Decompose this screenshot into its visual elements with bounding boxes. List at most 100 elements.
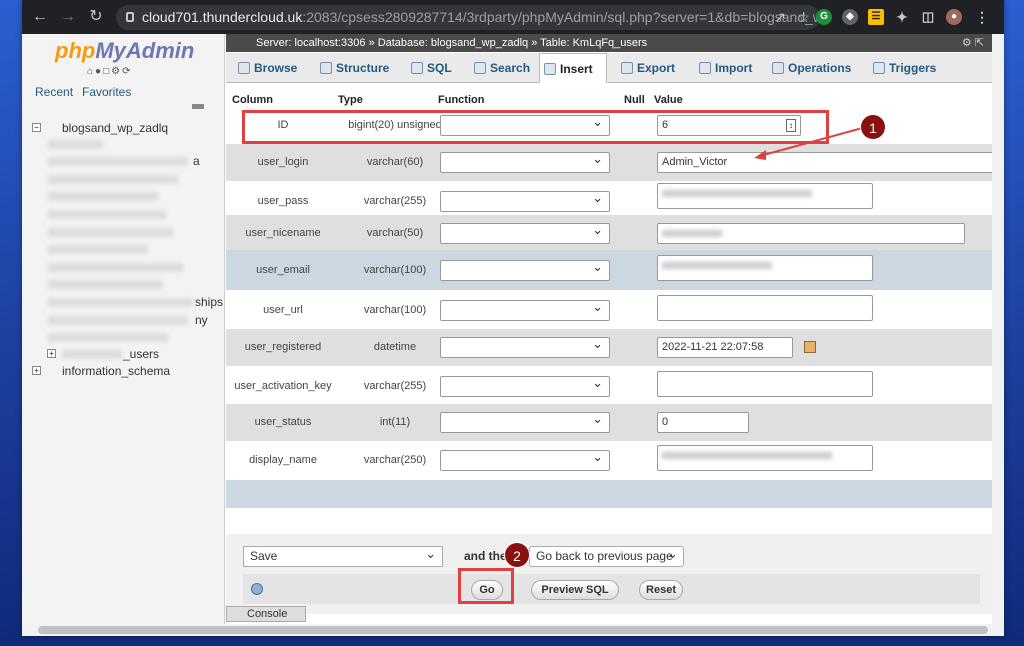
table-item-blurred[interactable] (48, 298, 193, 307)
value-input-user-email[interactable] (657, 255, 873, 281)
collapse-db-icon[interactable]: − (32, 123, 41, 132)
tab-label: Operations (788, 61, 852, 75)
tab-search[interactable]: Search (470, 53, 536, 83)
forward-icon[interactable]: → (58, 7, 78, 27)
calendar-icon[interactable] (804, 341, 816, 353)
search-icon (474, 62, 486, 74)
table-item-blurred[interactable] (48, 316, 188, 325)
function-select[interactable] (440, 151, 610, 173)
header-column: Column (232, 94, 273, 106)
operations-icon (772, 62, 784, 74)
bookmark-star-icon[interactable]: ☆ (797, 5, 810, 30)
table-item-blurred[interactable] (48, 157, 188, 166)
tab-export[interactable]: Export (617, 53, 687, 83)
browser-menu-icon[interactable]: ⋮ (974, 9, 990, 25)
tab-label: Search (490, 61, 531, 75)
annotation-badge-2: 2 (504, 542, 530, 568)
tab-label: Import (715, 61, 753, 75)
value-input-user-registered[interactable]: 2022-11-21 22:07:58 (657, 337, 793, 358)
function-select[interactable] (440, 190, 610, 212)
tab-insert[interactable]: Insert (539, 53, 607, 83)
extension-grammarly-icon[interactable]: G (816, 9, 832, 25)
tab-label: Triggers (889, 61, 937, 75)
table-item-blurred[interactable] (48, 280, 163, 289)
extension-shield-icon[interactable]: ◈ (842, 9, 858, 25)
extension-notes-icon[interactable]: ☰ (868, 9, 884, 25)
tab-import[interactable]: Import (695, 53, 763, 83)
table-item-partial[interactable]: ships (195, 295, 223, 309)
header-value: Value (654, 94, 683, 106)
table-item-blurred[interactable] (48, 333, 168, 342)
help-icon[interactable] (251, 583, 263, 595)
function-select[interactable] (440, 375, 610, 397)
tab-structure[interactable]: Structure (316, 53, 396, 83)
share-icon[interactable]: ↗ (774, 5, 786, 30)
expand-table-icon[interactable]: + (47, 349, 56, 358)
table-item-users[interactable]: _users (123, 347, 159, 361)
function-select[interactable] (440, 411, 610, 433)
breadcrumb-table[interactable]: Table: KmLqFq_users (540, 37, 647, 49)
table-item-blurred[interactable] (48, 192, 158, 201)
insert-actions: Save and then Go back to previous page G… (226, 534, 992, 614)
reset-button[interactable]: Reset (639, 580, 683, 600)
table-item-blurred[interactable] (48, 245, 148, 254)
table-item-blurred[interactable] (48, 228, 173, 237)
table-item-partial[interactable]: ny (195, 313, 208, 327)
annotation-badge-1: 1 (860, 114, 886, 140)
console-toggle[interactable]: Console (226, 606, 306, 622)
save-select[interactable]: Save (243, 544, 443, 567)
value-input-user-url[interactable] (657, 295, 873, 321)
phpmyadmin-logo[interactable]: phpMyAdmin (55, 38, 194, 64)
row-column-name: display_name (249, 454, 317, 466)
function-select[interactable] (440, 336, 610, 358)
value-input-user-pass[interactable] (657, 183, 873, 209)
settings-gear-icon[interactable]: ⚙ ⇱ (962, 34, 984, 52)
table-item-blurred[interactable] (48, 263, 183, 272)
header-function: Function (438, 94, 485, 106)
address-bar[interactable]: cloud701.thundercloud.uk:2083/cpsess2809… (116, 5, 820, 30)
link-chain-icon[interactable] (192, 104, 204, 109)
tab-label: Export (637, 61, 676, 75)
expand-db-icon[interactable]: + (32, 366, 41, 375)
value-input-user-status[interactable]: 0 (657, 412, 749, 433)
tab-label: Structure (336, 61, 390, 75)
breadcrumb-server[interactable]: Server: localhost:3306 (256, 37, 365, 49)
favorites-link[interactable]: Favorites (82, 85, 131, 99)
row-column-name: user_url (263, 304, 303, 316)
table-item-blurred[interactable] (48, 175, 178, 184)
url-host: cloud701.thundercloud.uk (142, 9, 303, 25)
function-select[interactable] (440, 299, 610, 321)
table-item-blurred[interactable] (48, 210, 166, 219)
reload-icon[interactable]: ↻ (86, 7, 106, 27)
extensions-puzzle-icon[interactable]: ✦ (894, 9, 910, 25)
breadcrumb-database[interactable]: Database: blogsand_wp_zadlq (378, 37, 528, 49)
sidebar-quick-icons[interactable]: ⌂●□⚙⟳ (87, 66, 132, 77)
table-item-blurred[interactable] (62, 350, 122, 359)
preview-sql-button[interactable]: Preview SQL (531, 580, 619, 600)
value-input-user-activation-key[interactable] (657, 371, 873, 397)
database-item-info-schema[interactable]: information_schema (62, 364, 170, 378)
table-item-partial[interactable]: a (193, 154, 200, 168)
highlight-box-go (458, 568, 514, 604)
function-select[interactable] (440, 259, 610, 281)
side-panel-icon[interactable]: ◫ (920, 9, 936, 25)
horizontal-scrollbar[interactable] (22, 624, 1004, 636)
function-select[interactable] (440, 449, 610, 471)
scrollbar-thumb[interactable] (38, 626, 988, 634)
recent-link[interactable]: Recent (35, 85, 73, 99)
tab-operations[interactable]: Operations (768, 53, 864, 83)
value-input-user-nicename[interactable] (657, 223, 965, 244)
tab-bar: Browse Structure SQL Search Insert Expor… (226, 53, 992, 83)
vertical-scrollbar[interactable] (992, 34, 1004, 624)
tab-sql[interactable]: SQL (407, 53, 461, 83)
after-insert-select[interactable]: Go back to previous page (529, 544, 684, 567)
profile-avatar[interactable]: ● (946, 9, 962, 25)
tab-browse[interactable]: Browse (234, 53, 308, 83)
function-select[interactable] (440, 222, 610, 244)
value-input-display-name[interactable] (657, 445, 873, 471)
table-item-blurred[interactable] (48, 140, 103, 149)
database-item[interactable]: blogsand_wp_zadlq (62, 121, 168, 135)
navigation-sidebar: phpMyAdmin ⌂●□⚙⟳ Recent Favorites − blog… (22, 34, 225, 624)
tab-triggers[interactable]: Triggers (869, 53, 941, 83)
back-icon[interactable]: ← (30, 7, 50, 27)
